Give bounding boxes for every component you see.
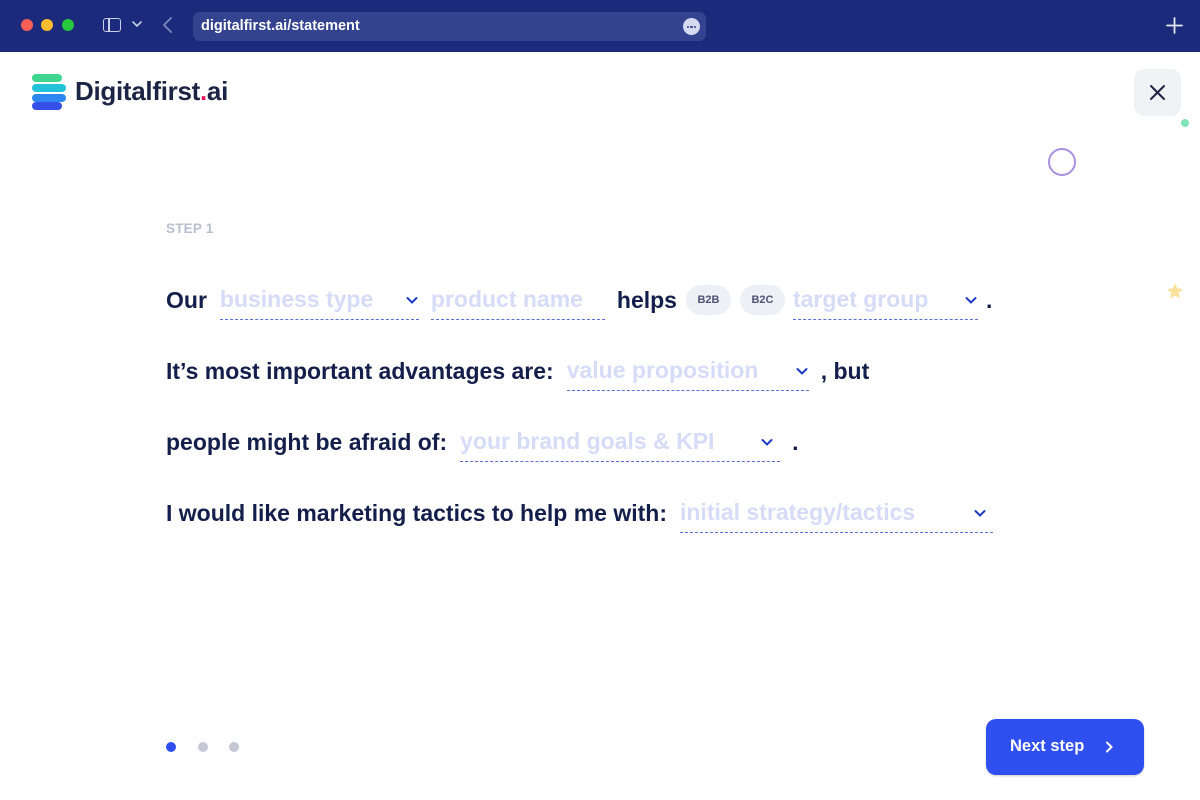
chevron-down-icon bbox=[965, 296, 977, 304]
line4-prefix: I would like marketing tactics to help m… bbox=[166, 499, 667, 526]
chevron-down-icon[interactable] bbox=[131, 18, 143, 30]
new-tab-plus-icon[interactable] bbox=[1166, 17, 1183, 34]
brand-goals-placeholder: your brand goals & KPI bbox=[460, 428, 715, 454]
digitalfirst-logo-icon bbox=[32, 74, 66, 110]
target-group-dropdown[interactable]: target group bbox=[792, 280, 978, 320]
next-step-label: Next step bbox=[1010, 737, 1085, 755]
line3-prefix: people might be afraid of: bbox=[166, 428, 448, 455]
statement-line-4: I would like marketing tactics to help m… bbox=[166, 493, 1005, 533]
target-group-placeholder: target group bbox=[792, 286, 929, 312]
business-type-dropdown[interactable]: business type bbox=[219, 280, 419, 320]
brand-name: Digitalfirst.ai bbox=[75, 76, 228, 106]
tactics-dropdown[interactable]: initial strategy/tactics bbox=[679, 493, 993, 533]
more-options-icon[interactable] bbox=[683, 18, 700, 35]
sidebar-toggle-icon[interactable] bbox=[103, 18, 121, 32]
close-window-button[interactable] bbox=[21, 19, 33, 31]
step-dot-1[interactable] bbox=[166, 742, 176, 752]
b2b-toggle[interactable]: B2B bbox=[685, 285, 731, 315]
business-type-placeholder: business type bbox=[219, 286, 374, 312]
step-dot-3[interactable] bbox=[229, 742, 239, 752]
b2c-toggle[interactable]: B2C bbox=[739, 285, 785, 315]
statement-line-1: Our business type product name helps B2B… bbox=[166, 280, 992, 320]
close-icon bbox=[1150, 85, 1165, 100]
browser-titlebar: digitalfirst.ai/statement bbox=[0, 0, 1200, 52]
value-proposition-dropdown[interactable]: value proposition bbox=[566, 351, 809, 391]
value-proposition-placeholder: value proposition bbox=[566, 357, 759, 383]
tactics-placeholder: initial strategy/tactics bbox=[679, 499, 916, 525]
chevron-down-icon bbox=[761, 438, 773, 446]
statement-line-3: people might be afraid of: your brand go… bbox=[166, 422, 799, 462]
close-button[interactable] bbox=[1134, 69, 1181, 116]
line2-suffix: , but bbox=[820, 357, 870, 384]
chevron-right-icon bbox=[1106, 741, 1113, 753]
address-bar[interactable]: digitalfirst.ai/statement bbox=[193, 12, 706, 41]
decorative-ring bbox=[1048, 148, 1076, 176]
line1-prefix: Our bbox=[166, 286, 207, 313]
star-icon bbox=[1167, 283, 1183, 299]
chevron-down-icon bbox=[796, 367, 808, 375]
product-name-input[interactable]: product name bbox=[430, 280, 605, 320]
step-pagination bbox=[166, 742, 246, 752]
product-name-placeholder: product name bbox=[430, 286, 583, 312]
line1-verb: helps bbox=[616, 286, 677, 313]
step-dot-2[interactable] bbox=[198, 742, 208, 752]
decorative-dot bbox=[1181, 119, 1189, 127]
step-label: STEP 1 bbox=[166, 221, 214, 236]
chevron-down-icon bbox=[406, 296, 418, 304]
back-arrow-icon[interactable] bbox=[160, 16, 176, 34]
line1-end: . bbox=[985, 286, 993, 313]
statement-line-2: It’s most important advantages are: valu… bbox=[166, 351, 869, 391]
next-step-button[interactable]: Next step bbox=[986, 719, 1144, 775]
brand-goals-dropdown[interactable]: your brand goals & KPI bbox=[460, 422, 781, 462]
line2-prefix: It’s most important advantages are: bbox=[166, 357, 554, 384]
url-text[interactable]: digitalfirst.ai/statement bbox=[201, 18, 360, 34]
minimize-window-button[interactable] bbox=[41, 19, 53, 31]
chevron-down-icon bbox=[974, 509, 986, 517]
line3-end: . bbox=[792, 428, 799, 455]
zoom-window-button[interactable] bbox=[62, 19, 74, 31]
